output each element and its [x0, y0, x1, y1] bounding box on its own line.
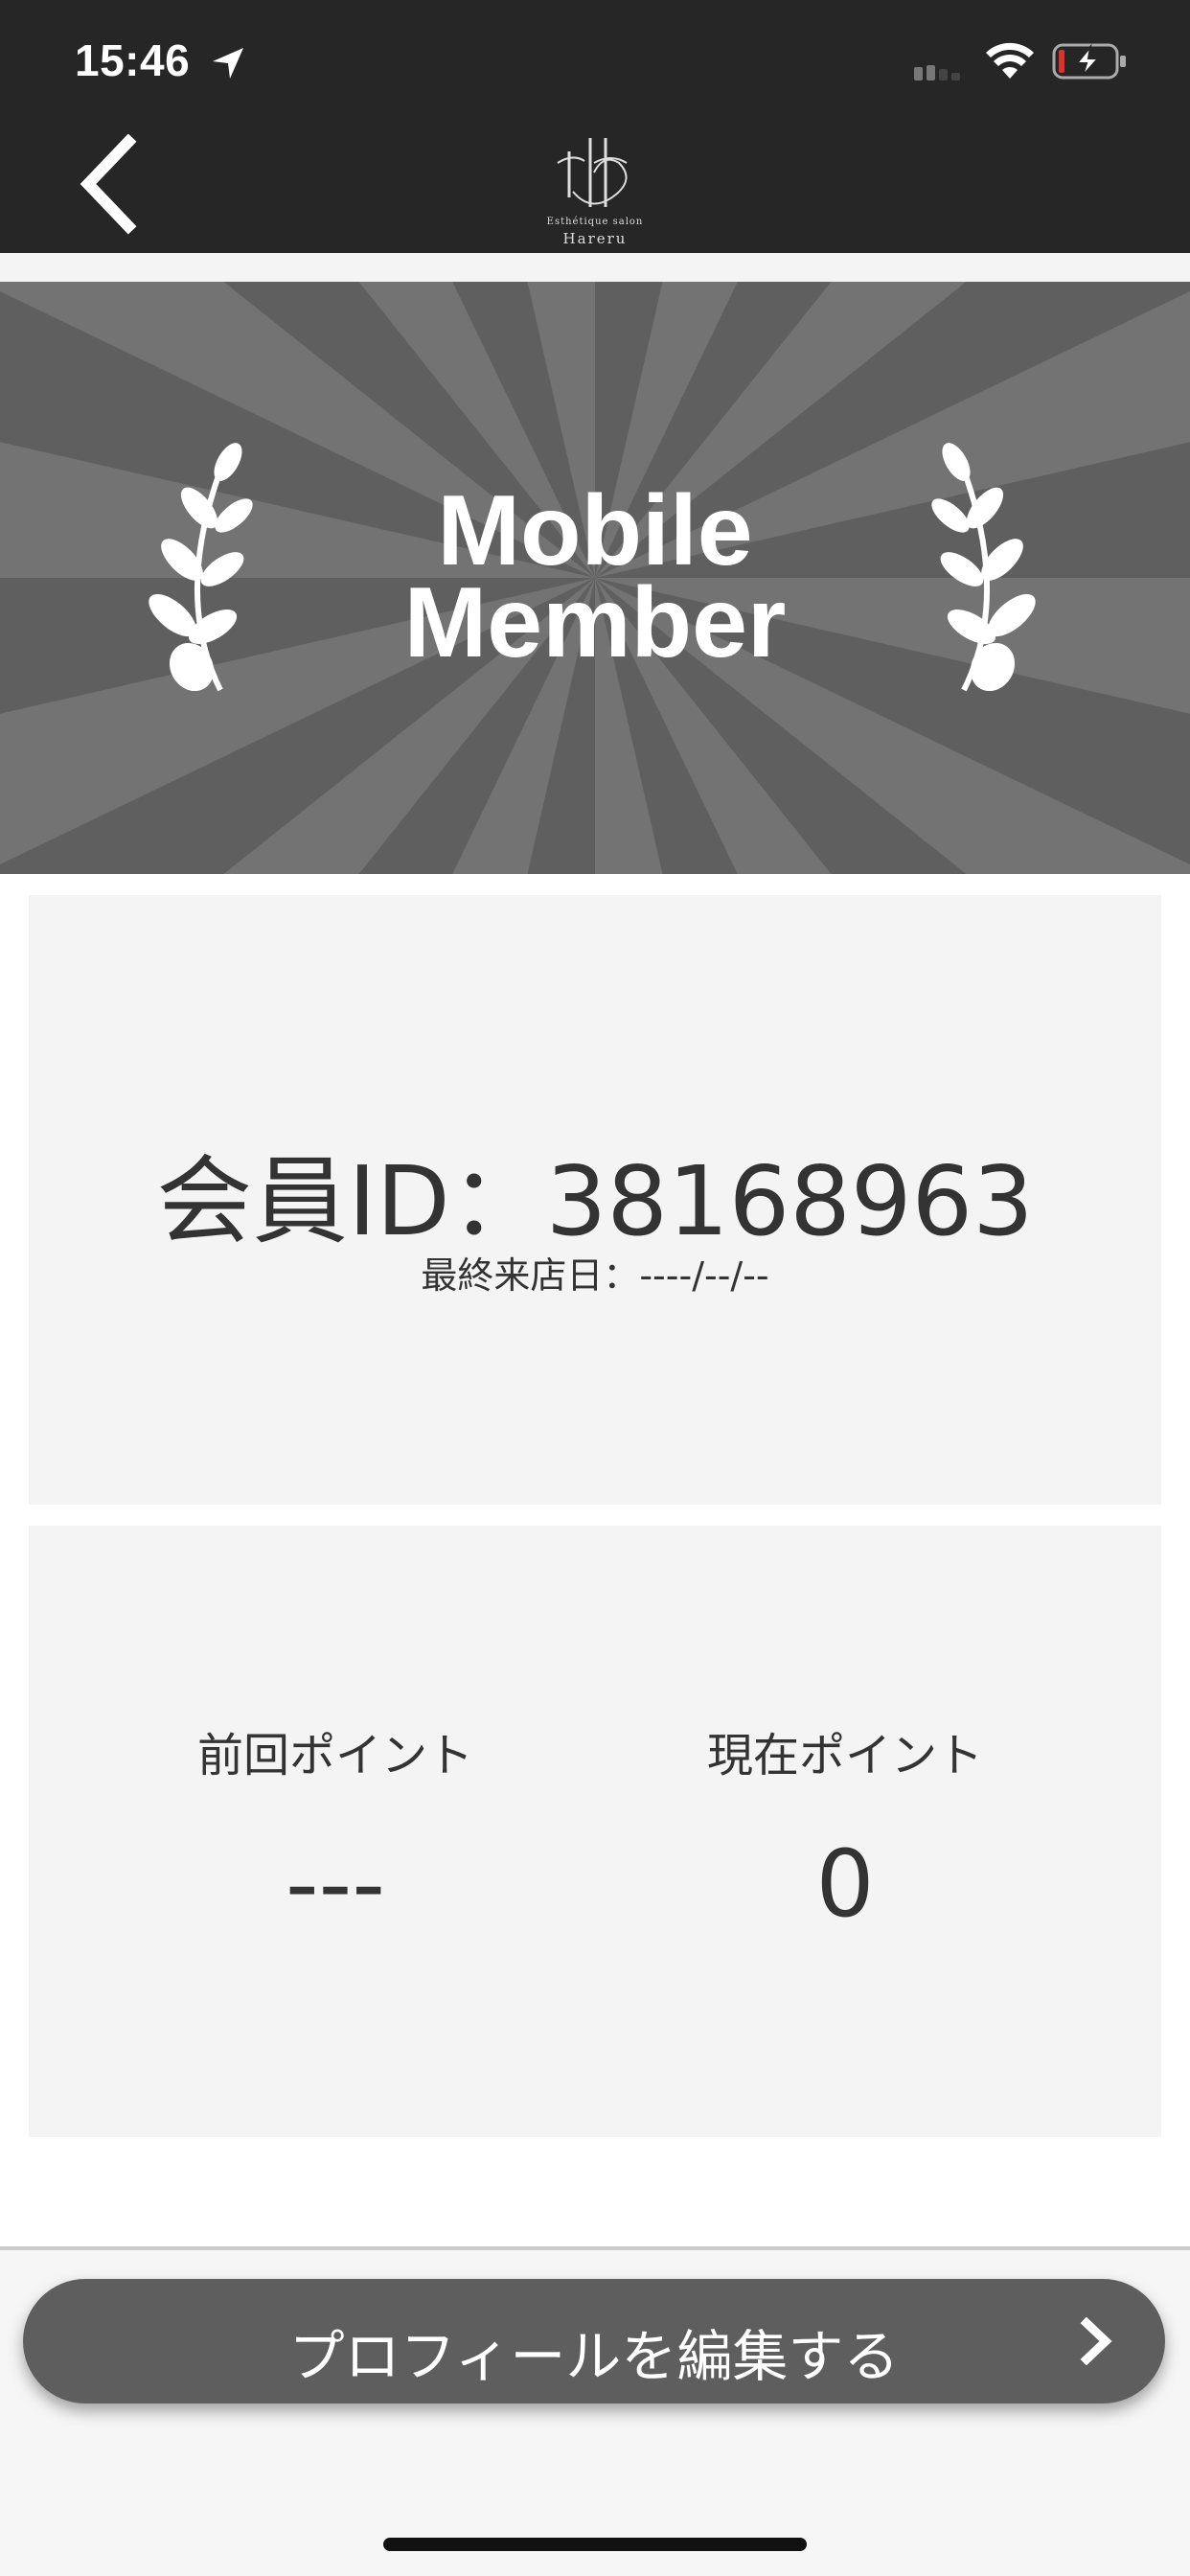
current-points-value: 0	[815, 1830, 875, 1938]
banner-title-line2: Member	[403, 567, 787, 678]
banner-title-line1: Mobile	[437, 475, 753, 586]
member-id-card: 会員ID：38168963 最終来店日：----/--/--	[29, 895, 1161, 1505]
logo-subtitle: Esthétique salon	[546, 217, 644, 227]
status-time: 15:46	[75, 35, 191, 85]
battery-charging-icon	[1052, 43, 1126, 80]
cellular-signal-icon	[914, 65, 960, 80]
edit-profile-button[interactable]: プロフィールを編集する	[23, 2279, 1165, 2404]
last-visit-date: 最終来店日：----/--/--	[421, 1254, 769, 1297]
wifi-icon	[986, 42, 1034, 79]
back-button[interactable]	[75, 133, 161, 240]
points-card: 前回ポイント --- 現在ポイント 0	[29, 1526, 1161, 2137]
chevron-left-icon	[80, 133, 137, 235]
logo-name: Hareru	[562, 230, 628, 247]
previous-points-label: 前回ポイント	[196, 1729, 473, 1782]
location-arrow-icon	[213, 48, 243, 79]
home-indicator	[383, 2538, 807, 2551]
chevron-right-icon	[1080, 2317, 1112, 2365]
logo-mark-icon	[557, 138, 628, 207]
app-header: 15:46 Esthétique salon Hareru	[0, 0, 1190, 253]
member-id: 会員ID：38168963	[156, 1145, 1034, 1257]
previous-points-value: ---	[286, 1830, 385, 1938]
current-points-label: 現在ポイント	[706, 1729, 983, 1782]
banner-spacer	[0, 253, 1190, 282]
membership-banner: Mobile Member	[0, 282, 1190, 874]
salon-logo: Esthétique salon Hareru	[535, 125, 655, 249]
edit-profile-label: プロフィールを編集する	[288, 2324, 900, 2389]
